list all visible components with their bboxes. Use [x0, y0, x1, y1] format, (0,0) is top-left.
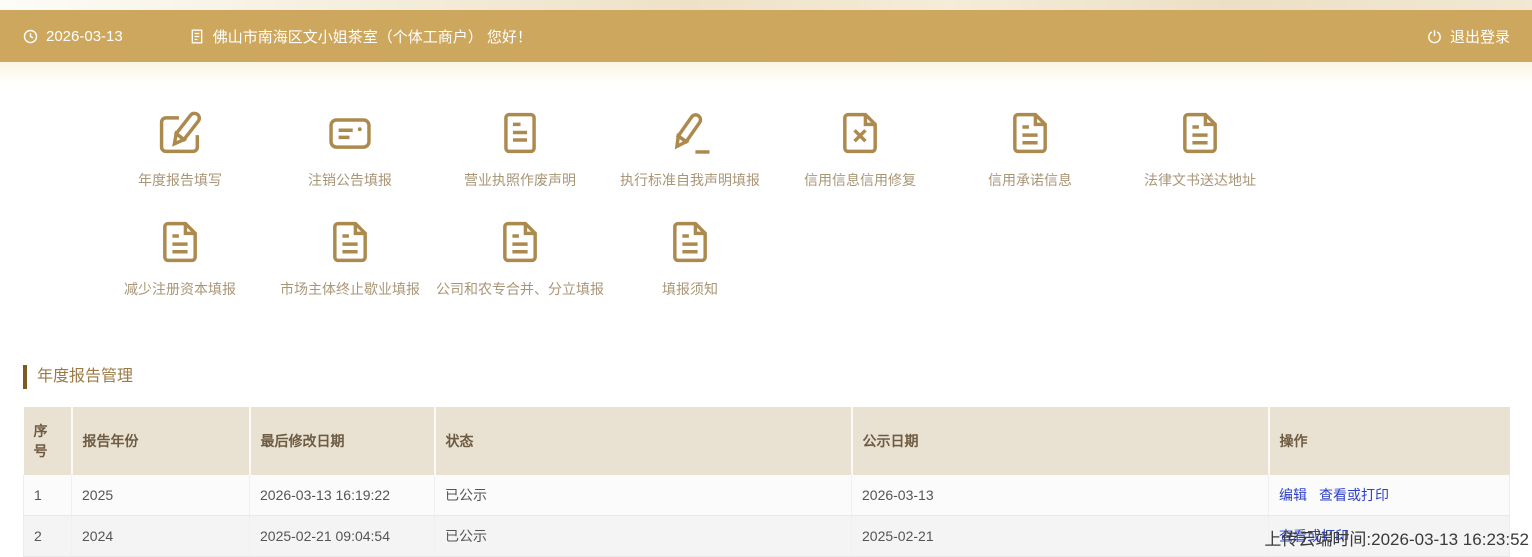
- header-cream-strip: [0, 62, 1532, 85]
- shortcut-item-2[interactable]: 注销公告填报: [265, 107, 435, 190]
- document-x-icon: [834, 107, 886, 159]
- shortcut-grid: 年度报告填写 注销公告填报 营业执照作废声明 执行标准自我声明填报 信用信息信用修复 信用…: [95, 107, 1532, 299]
- shortcut-label: 减少注册资本填报: [124, 279, 236, 299]
- document-folded-icon: [1004, 107, 1056, 159]
- document-folded-icon: [494, 216, 546, 268]
- shortcut-label: 信用信息信用修复: [804, 170, 916, 190]
- cell-year: 2025: [72, 475, 250, 516]
- document-lines-icon: [494, 107, 546, 159]
- cell-no: 1: [24, 475, 72, 516]
- shortcut-label: 填报须知: [662, 279, 718, 299]
- current-date-group: 2026-03-13: [22, 28, 123, 45]
- cell-modified: 2025-02-21 09:04:54: [250, 516, 435, 557]
- building-icon: [189, 27, 205, 46]
- shortcut-item-4[interactable]: 执行标准自我声明填报: [605, 107, 775, 190]
- shortcut-item-5[interactable]: 信用信息信用修复: [775, 107, 945, 190]
- document-folded-icon: [324, 216, 376, 268]
- current-date: 2026-03-13: [46, 28, 123, 45]
- cell-modified: 2026-03-13 16:19:22: [250, 475, 435, 516]
- edit-square-icon: [154, 107, 206, 159]
- shortcut-label: 公司和农专合并、分立填报: [436, 279, 604, 299]
- shortcut-item-1[interactable]: 年度报告填写: [95, 107, 265, 190]
- action-link[interactable]: 编辑: [1279, 487, 1307, 503]
- shortcut-item-11[interactable]: 填报须知: [605, 216, 775, 299]
- cell-actions: 编辑查看或打印: [1269, 475, 1510, 516]
- logout-label: 退出登录: [1450, 26, 1510, 47]
- column-header: 最后修改日期: [250, 407, 435, 475]
- pencil-icon: [664, 107, 716, 159]
- shortcut-label: 信用承诺信息: [988, 170, 1072, 190]
- shortcut-label: 注销公告填报: [308, 170, 392, 190]
- cell-year: 2024: [72, 516, 250, 557]
- action-link[interactable]: 查看或打印: [1319, 487, 1389, 503]
- welcome-group: 佛山市南海区文小姐茶室（个体工商户） 您好！: [189, 26, 532, 47]
- cell-status: 已公示: [435, 516, 852, 557]
- table-header-row: 序号报告年份最后修改日期状态公示日期操作: [24, 407, 1510, 475]
- cell-status: 已公示: [435, 475, 852, 516]
- shortcut-label: 市场主体终止歇业填报: [280, 279, 420, 299]
- shortcut-item-8[interactable]: 减少注册资本填报: [95, 216, 265, 299]
- clock-icon: [22, 28, 39, 45]
- document-folded-icon: [1174, 107, 1226, 159]
- shortcut-item-3[interactable]: 营业执照作废声明: [435, 107, 605, 190]
- shortcut-item-6[interactable]: 信用承诺信息: [945, 107, 1115, 190]
- column-header: 公示日期: [852, 407, 1269, 475]
- table-row: 120252026-03-13 16:19:22已公示2026-03-13编辑查…: [24, 475, 1510, 516]
- logout-button[interactable]: 退出登录: [1426, 26, 1510, 47]
- cell-no: 2: [24, 516, 72, 557]
- document-folded-icon: [664, 216, 716, 268]
- document-folded-icon: [154, 216, 206, 268]
- shortcut-item-10[interactable]: 公司和农专合并、分立填报: [435, 216, 605, 299]
- welcome-text: 佛山市南海区文小姐茶室（个体工商户） 您好！: [213, 26, 532, 47]
- id-card-icon: [324, 107, 376, 159]
- shortcut-label: 法律文书送达地址: [1144, 170, 1256, 190]
- column-header: 状态: [435, 407, 852, 475]
- upload-time: 上传云端时间:2026-03-13 16:23:52: [1264, 525, 1529, 550]
- shortcut-item-9[interactable]: 市场主体终止歇业填报: [265, 216, 435, 299]
- column-header: 序号: [24, 407, 72, 475]
- column-header: 操作: [1269, 407, 1510, 475]
- power-icon: [1426, 28, 1443, 45]
- section-title: 年度报告管理: [23, 365, 1532, 389]
- shortcut-label: 执行标准自我声明填报: [620, 170, 760, 190]
- cell-published: 2025-02-21: [852, 516, 1269, 557]
- cell-published: 2026-03-13: [852, 475, 1269, 516]
- column-header: 报告年份: [72, 407, 250, 475]
- page-top-texture: [0, 0, 1532, 10]
- shortcut-label: 营业执照作废声明: [464, 170, 576, 190]
- shortcut-label: 年度报告填写: [138, 170, 222, 190]
- top-bar: 2026-03-13 佛山市南海区文小姐茶室（个体工商户） 您好！ 退出登录: [0, 10, 1532, 62]
- shortcut-item-7[interactable]: 法律文书送达地址: [1115, 107, 1285, 190]
